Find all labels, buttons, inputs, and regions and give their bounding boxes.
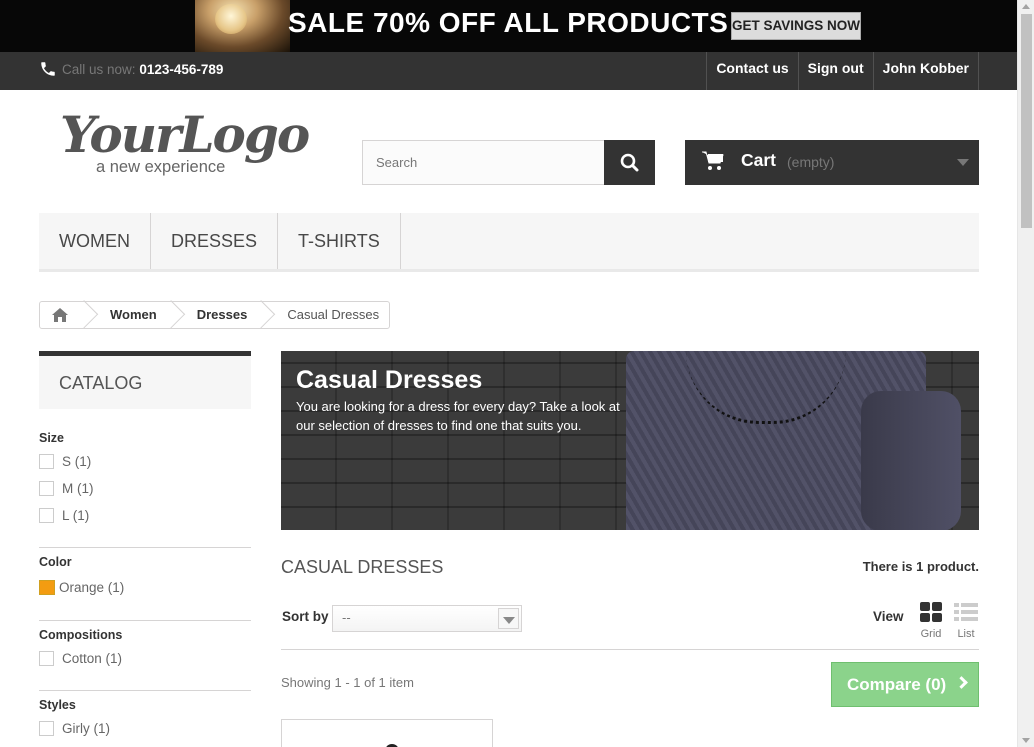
logo-word: YourLogo: [60, 105, 310, 164]
chevron-right-icon: [955, 676, 968, 689]
view-label: View: [873, 609, 904, 624]
filter-label: S (1): [62, 454, 92, 469]
filter-divider: [39, 620, 251, 621]
breadcrumb-separator: [167, 302, 179, 328]
sort-label: Sort by: [282, 609, 329, 624]
filter-size-m[interactable]: M (1): [39, 481, 94, 496]
top-nav: Call us now: 0123-456-789 Contact us Sig…: [0, 52, 1017, 90]
page-scrollbar[interactable]: [1017, 0, 1034, 747]
breadcrumb-separator: [257, 302, 269, 328]
sort-value: --: [342, 611, 351, 625]
category-description: You are looking for a dress for every da…: [296, 399, 620, 433]
list-label: List: [957, 628, 975, 640]
category-title: Casual Dresses: [296, 366, 483, 394]
model-arm-image: [861, 391, 961, 530]
filter-label: Orange (1): [59, 580, 125, 595]
showing-count: Showing 1 - 1 of 1 item: [281, 675, 414, 690]
checkbox[interactable]: [39, 508, 54, 523]
menu-item-dresses[interactable]: DRESSES: [151, 213, 279, 269]
filter-divider: [39, 690, 251, 691]
promo-banner[interactable]: SALE 70% OFF ALL PRODUCTS GET SAVINGS NO…: [0, 0, 1017, 52]
cart-icon: [702, 151, 724, 170]
menu-item-women[interactable]: WOMEN: [39, 213, 151, 269]
filter-style-girly[interactable]: Girly (1): [39, 721, 110, 736]
cart-status: (empty): [787, 154, 835, 170]
filter-label: Girly (1): [62, 721, 110, 736]
compare-label: Compare (0): [847, 675, 947, 694]
list-view-button[interactable]: List: [953, 602, 979, 640]
grid-icon: [920, 602, 942, 622]
list-icon: [954, 603, 978, 621]
sort-select[interactable]: --: [332, 605, 522, 632]
filter-title-compositions: Compositions: [39, 628, 123, 642]
category-banner: Casual Dresses You are looking for a dre…: [281, 351, 979, 530]
search-input[interactable]: [363, 141, 605, 184]
product-count: There is 1 product.: [862, 559, 979, 574]
filter-title-size: Size: [39, 431, 65, 445]
chevron-down-icon[interactable]: [498, 608, 519, 629]
compare-button[interactable]: Compare (0): [831, 662, 979, 707]
filter-divider: [39, 547, 251, 548]
grid-label: Grid: [920, 628, 942, 640]
breadcrumb-separator: [80, 302, 92, 328]
grid-view-button[interactable]: Grid: [918, 602, 944, 640]
filter-title-styles: Styles: [39, 698, 76, 712]
breadcrumb-dresses[interactable]: Dresses: [179, 302, 258, 328]
search-icon: [620, 153, 639, 172]
banner-sale-text: SALE 70% OFF ALL PRODUCTS: [288, 7, 729, 38]
filter-color-orange[interactable]: Orange (1): [39, 580, 124, 595]
phone-icon: [41, 62, 55, 76]
category-heading: CASUAL DRESSES: [281, 557, 444, 577]
product-card[interactable]: [281, 719, 493, 747]
home-icon: [52, 308, 68, 322]
scrollbar-thumb[interactable]: [1021, 14, 1032, 228]
filter-size-l[interactable]: L (1): [39, 508, 89, 523]
breadcrumb-women[interactable]: Women: [92, 302, 167, 328]
main-menu: WOMEN DRESSES T-SHIRTS: [39, 213, 979, 272]
filter-size-s[interactable]: S (1): [39, 454, 91, 469]
get-savings-button[interactable]: GET SAVINGS NOW: [731, 12, 861, 40]
logo-tagline: a new experience: [96, 158, 226, 176]
chevron-down-icon: [957, 159, 969, 166]
filter-label: L (1): [62, 508, 90, 523]
call-us-text: Call us now: 0123-456-789: [62, 62, 223, 77]
phone-number: 0123-456-789: [139, 62, 224, 77]
color-swatch-orange[interactable]: [39, 580, 55, 595]
catalog-block-title: CATALOG: [39, 351, 251, 409]
filter-label: M (1): [62, 481, 94, 496]
menu-item-tshirts[interactable]: T-SHIRTS: [278, 213, 401, 269]
call-label: Call us now:: [62, 62, 136, 77]
scroll-up-icon[interactable]: [1022, 4, 1030, 9]
catalog-title: CATALOG: [59, 373, 143, 393]
banner-model-image: [195, 0, 290, 52]
filter-label: Cotton (1): [62, 651, 123, 666]
site-logo[interactable]: YourLogo a new experience: [60, 105, 310, 180]
search-button[interactable]: [604, 140, 655, 185]
user-links: Contact us Sign out John Kobber: [706, 52, 979, 90]
contact-us-link[interactable]: Contact us: [706, 52, 797, 90]
scroll-down-icon[interactable]: [1022, 738, 1030, 743]
account-link[interactable]: John Kobber: [872, 52, 979, 90]
checkbox[interactable]: [39, 454, 54, 469]
checkbox[interactable]: [39, 721, 54, 736]
cart-button[interactable]: Cart (empty): [685, 140, 979, 185]
breadcrumb-current: Casual Dresses: [287, 307, 380, 322]
toolbar-divider: [281, 649, 979, 650]
checkbox[interactable]: [39, 651, 54, 666]
breadcrumb: Women Dresses Casual Dresses: [39, 301, 391, 329]
sign-out-link[interactable]: Sign out: [797, 52, 873, 90]
cart-label: Cart: [741, 150, 777, 170]
search-box: [362, 140, 655, 185]
filter-title-color: Color: [39, 555, 72, 569]
checkbox[interactable]: [39, 481, 54, 496]
filter-composition-cotton[interactable]: Cotton (1): [39, 651, 122, 666]
